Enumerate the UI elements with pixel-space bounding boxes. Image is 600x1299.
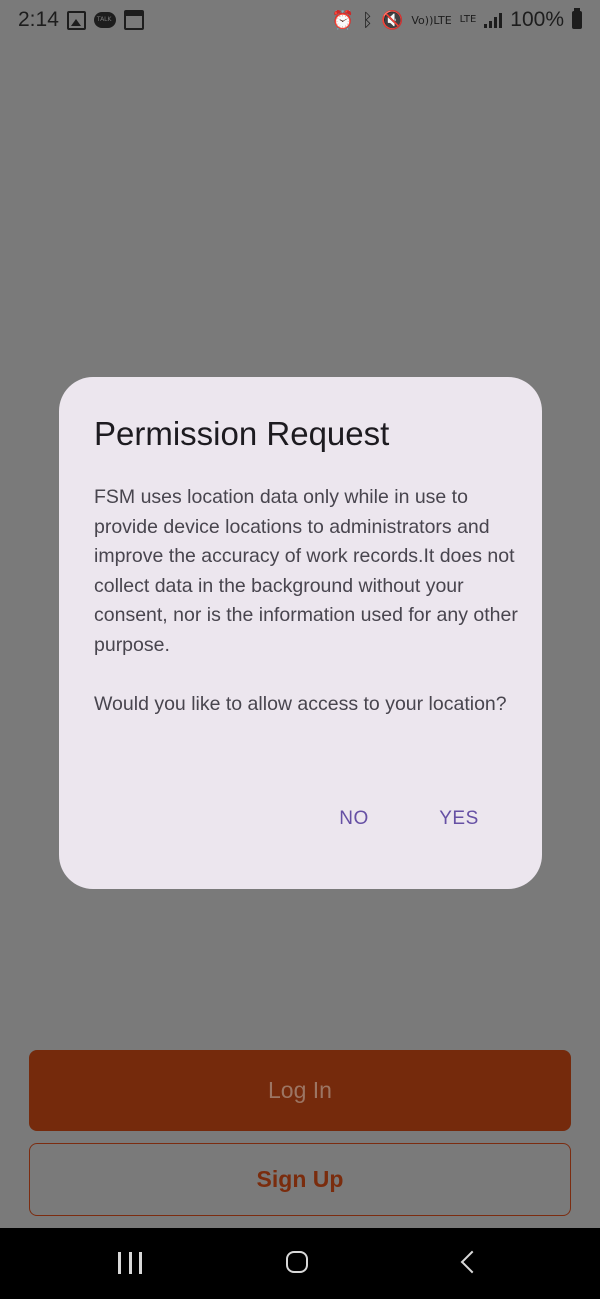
battery-percent: 100% (510, 8, 564, 31)
battery-icon (572, 8, 582, 29)
chat-icon (93, 12, 116, 28)
status-left: 2:14 (18, 0, 144, 40)
permission-dialog: Permission Request FSM uses location dat… (59, 377, 542, 889)
volte-icon: Vo))LTE (411, 13, 452, 27)
status-bar: 2:14 ⏰ ᛒ 🔇 Vo))LTE LTE 100% (0, 0, 600, 40)
no-button[interactable]: NO (329, 797, 379, 841)
dialog-body: FSM uses location data only while in use… (94, 483, 524, 719)
yes-button[interactable]: YES (431, 797, 487, 841)
status-time: 2:14 (18, 8, 59, 31)
login-button[interactable]: Log In (29, 1050, 571, 1131)
dialog-paragraph-2: Would you like to allow access to your l… (94, 692, 507, 715)
mute-icon: 🔇 (380, 9, 404, 31)
lte-label: LTE (459, 14, 477, 25)
lte-icon: LTE (460, 15, 477, 25)
dialog-paragraph-1: FSM uses location data only while in use… (94, 486, 518, 656)
navigation-bar (0, 1228, 600, 1299)
note-icon (123, 10, 144, 30)
alarm-icon: ⏰ (331, 9, 355, 31)
signal-icon (484, 12, 503, 28)
back-icon[interactable] (460, 1250, 484, 1274)
recent-apps-icon[interactable] (118, 1252, 142, 1274)
image-icon (66, 10, 86, 30)
status-right: ⏰ ᛒ 🔇 Vo))LTE LTE 100% (332, 0, 582, 40)
signup-button[interactable]: Sign Up (29, 1143, 571, 1216)
dialog-title: Permission Request (94, 415, 390, 452)
bluetooth-icon: ᛒ (362, 9, 373, 31)
home-icon[interactable] (286, 1251, 308, 1273)
